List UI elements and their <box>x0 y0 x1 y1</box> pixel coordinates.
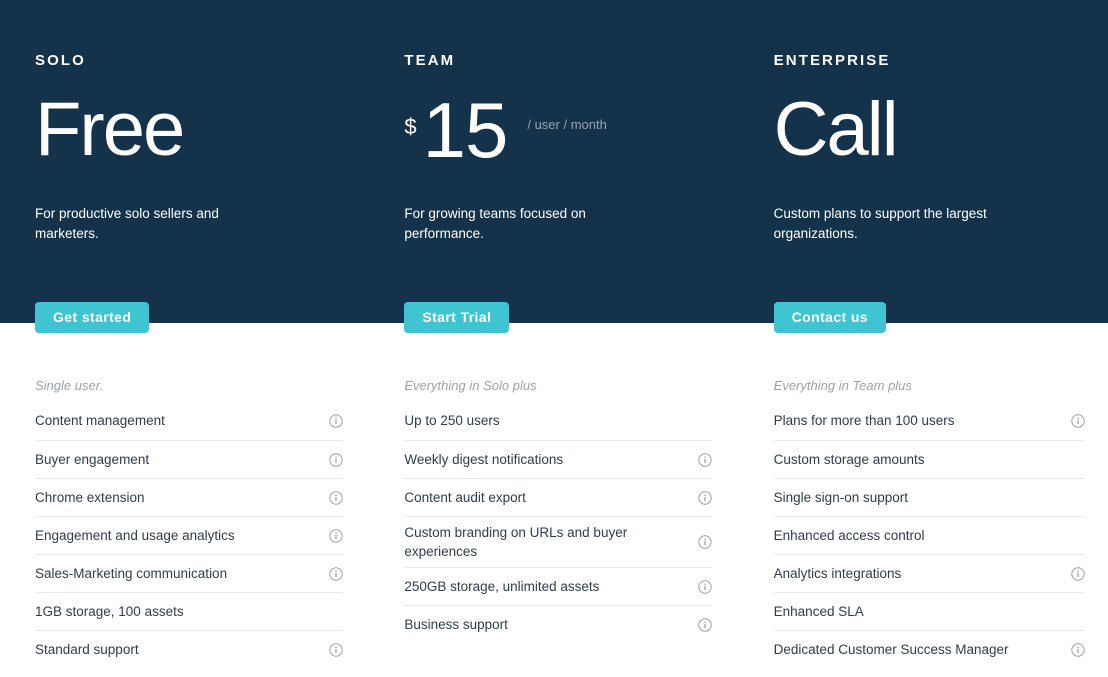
feature-row: Dedicated Customer Success Manager <box>774 630 1085 668</box>
feature-label: Content audit export <box>404 488 536 507</box>
info-icon[interactable] <box>329 414 343 428</box>
info-icon[interactable] <box>329 453 343 467</box>
feature-row: Standard support <box>35 630 343 668</box>
info-icon[interactable] <box>698 535 712 549</box>
plan-name: TEAM <box>404 51 707 70</box>
feature-row: Chrome extension <box>35 478 343 516</box>
feature-label: Dedicated Customer Success Manager <box>774 640 1019 659</box>
feature-label: Enhanced SLA <box>774 602 874 621</box>
info-icon[interactable] <box>329 643 343 657</box>
plan-price-row: Call <box>774 90 1077 180</box>
info-icon-placeholder <box>1071 453 1085 467</box>
feature-label: Standard support <box>35 640 149 659</box>
feature-label: Chrome extension <box>35 488 155 507</box>
plan-column-team: TEAM $ 15 / user / month For growing tea… <box>369 0 738 677</box>
feature-label: Buyer engagement <box>35 450 159 469</box>
feature-label: Weekly digest notifications <box>404 450 573 469</box>
feature-label: Custom branding on URLs and buyer experi… <box>404 523 698 561</box>
feature-label: Up to 250 users <box>404 411 509 430</box>
info-icon-placeholder <box>698 414 712 428</box>
price-amount: Call <box>774 90 897 170</box>
feature-row: Sales-Marketing communication <box>35 554 343 592</box>
feature-row: Business support <box>404 605 712 643</box>
feature-label: Content management <box>35 411 175 430</box>
feature-row: Single sign-on support <box>774 478 1085 516</box>
price-amount: Free <box>35 90 183 170</box>
plan-feature-list: Everything in Solo plus Up to 250 users W… <box>404 378 712 643</box>
plan-column-enterprise: ENTERPRISE Call Custom plans to support … <box>739 0 1108 677</box>
info-icon[interactable] <box>698 453 712 467</box>
feature-label: 1GB storage, 100 assets <box>35 602 194 621</box>
feature-row: Engagement and usage analytics <box>35 516 343 554</box>
info-icon-placeholder <box>1071 491 1085 505</box>
feature-row: Plans for more than 100 users <box>774 407 1085 440</box>
feature-label: 250GB storage, unlimited assets <box>404 577 609 596</box>
info-icon[interactable] <box>329 529 343 543</box>
feature-row: Up to 250 users <box>404 407 712 440</box>
feature-row: 1GB storage, 100 assets <box>35 592 343 630</box>
plan-description: Custom plans to support the largest orga… <box>774 204 1014 244</box>
info-icon[interactable] <box>698 618 712 632</box>
plan-name: SOLO <box>35 51 338 70</box>
plan-description: For growing teams focused on performance… <box>404 204 644 244</box>
info-icon[interactable] <box>1071 414 1085 428</box>
plan-price-row: Free <box>35 90 338 180</box>
plan-feature-list: Everything in Team plus Plans for more t… <box>774 378 1085 668</box>
price-period: / user / month <box>527 117 606 132</box>
feature-row: Buyer engagement <box>35 440 343 478</box>
plan-price-row: $ 15 / user / month <box>404 90 707 180</box>
feature-label: Enhanced access control <box>774 526 935 545</box>
feature-row: Content management <box>35 407 343 440</box>
plan-description: For productive solo sellers and marketer… <box>35 204 275 244</box>
cta-button-enterprise[interactable]: Contact us <box>774 302 886 333</box>
pricing-plans-grid: SOLO Free For productive solo sellers an… <box>0 0 1108 677</box>
feature-label: Business support <box>404 615 518 634</box>
price-currency-symbol: $ <box>404 116 416 138</box>
feature-label: Single sign-on support <box>774 488 918 507</box>
info-icon[interactable] <box>698 491 712 505</box>
feature-row: Analytics integrations <box>774 554 1085 592</box>
feature-row: 250GB storage, unlimited assets <box>404 567 712 605</box>
feature-label: Analytics integrations <box>774 564 912 583</box>
feature-label: Sales-Marketing communication <box>35 564 237 583</box>
info-icon[interactable] <box>1071 643 1085 657</box>
price-amount: 15 <box>423 90 508 170</box>
plan-column-solo: SOLO Free For productive solo sellers an… <box>0 0 369 677</box>
info-icon[interactable] <box>329 491 343 505</box>
feature-row: Content audit export <box>404 478 712 516</box>
plan-name: ENTERPRISE <box>774 51 1077 70</box>
feature-label: Custom storage amounts <box>774 450 935 469</box>
info-icon-placeholder <box>1071 529 1085 543</box>
feature-row: Enhanced SLA <box>774 592 1085 630</box>
plan-feature-list: Single user. Content management Buyer eng… <box>35 378 343 668</box>
feature-label: Plans for more than 100 users <box>774 411 965 430</box>
info-icon-placeholder <box>1071 605 1085 619</box>
feature-row: Weekly digest notifications <box>404 440 712 478</box>
feature-row: Custom branding on URLs and buyer experi… <box>404 516 712 567</box>
info-icon-placeholder <box>329 605 343 619</box>
cta-button-solo[interactable]: Get started <box>35 302 149 333</box>
info-icon[interactable] <box>1071 567 1085 581</box>
feature-list-intro: Single user. <box>35 378 343 394</box>
cta-button-team[interactable]: Start Trial <box>404 302 509 333</box>
info-icon[interactable] <box>329 567 343 581</box>
feature-row: Enhanced access control <box>774 516 1085 554</box>
info-icon[interactable] <box>698 580 712 594</box>
feature-row: Custom storage amounts <box>774 440 1085 478</box>
feature-list-intro: Everything in Solo plus <box>404 378 712 394</box>
feature-label: Engagement and usage analytics <box>35 526 245 545</box>
feature-list-intro: Everything in Team plus <box>774 378 1085 394</box>
